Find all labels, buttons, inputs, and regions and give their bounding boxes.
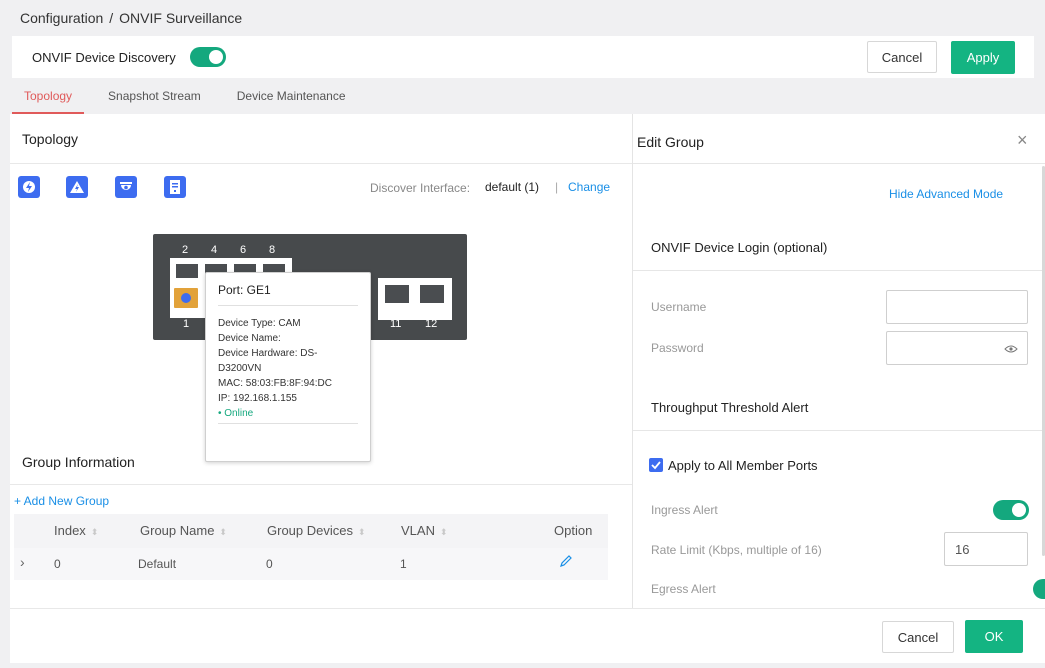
sort-icon[interactable]: ⬍ xyxy=(219,527,227,537)
col-vlan-label: VLAN xyxy=(401,523,435,538)
port-ge1-camera-icon[interactable] xyxy=(174,288,198,308)
apply-all-label[interactable]: Apply to All Member Ports xyxy=(668,458,818,473)
apply-all-checkbox[interactable] xyxy=(649,458,663,472)
tab-device-maintenance[interactable]: Device Maintenance xyxy=(237,78,346,114)
divider xyxy=(633,430,1045,431)
login-section-title: ONVIF Device Login (optional) xyxy=(651,240,828,255)
ingress-alert-label: Ingress Alert xyxy=(651,503,718,517)
port-ge11[interactable] xyxy=(382,282,412,308)
discover-interface-label: Discover Interface: xyxy=(370,181,471,195)
group-information-title: Group Information xyxy=(22,454,135,470)
divider xyxy=(633,270,1045,271)
tooltip-title: Port: GE1 xyxy=(218,283,358,306)
port-ge2[interactable] xyxy=(173,261,201,283)
tooltip-device-type: Device Type: CAM xyxy=(218,318,301,329)
sort-icon[interactable]: ⬍ xyxy=(91,527,99,537)
port-label-11: 11 xyxy=(390,318,402,330)
rate-limit-label: Rate Limit (Kbps, multiple of 16) xyxy=(651,543,822,557)
col-vlan[interactable]: VLAN ⬍ xyxy=(401,523,448,538)
password-label: Password xyxy=(651,341,704,355)
sort-icon[interactable]: ⬍ xyxy=(358,527,366,537)
ok-button[interactable]: OK xyxy=(965,620,1023,653)
top-bar: ONVIF Device Discovery Cancel Apply xyxy=(12,36,1034,78)
col-group-name-label: Group Name xyxy=(140,523,215,538)
egress-alert-label: Egress Alert xyxy=(651,582,716,596)
discovery-label: ONVIF Device Discovery xyxy=(32,49,176,65)
eye-icon[interactable] xyxy=(1004,342,1018,357)
row-vlan: 1 xyxy=(400,557,407,571)
port-ge12[interactable] xyxy=(417,282,447,308)
tooltip-status: • Online xyxy=(218,406,358,424)
port-label-6: 6 xyxy=(240,244,247,256)
expand-chevron-icon[interactable]: › xyxy=(20,554,25,570)
tooltip-device-name: Device Name: xyxy=(218,333,281,344)
top-cancel-button[interactable]: Cancel xyxy=(867,41,937,73)
discovery-toggle[interactable] xyxy=(189,47,226,67)
tooltip-device-hardware: Device Hardware: DS-D3200VN xyxy=(218,348,318,374)
port-label-2: 2 xyxy=(182,244,189,256)
add-new-group-link[interactable]: + Add New Group xyxy=(14,494,109,508)
username-field[interactable] xyxy=(886,290,1028,324)
edit-group-panel: Edit Group × Hide Advanced Mode ONVIF De… xyxy=(632,114,1045,608)
lightning-triangle-icon[interactable] xyxy=(66,176,88,198)
tooltip-ip: IP: 192.168.1.155 xyxy=(218,393,297,404)
port-label-1: 1 xyxy=(183,318,190,330)
col-group-devices[interactable]: Group Devices ⬍ xyxy=(267,523,366,538)
camera-icon[interactable] xyxy=(115,176,137,198)
lightning-circle-icon[interactable] xyxy=(18,176,40,198)
col-index[interactable]: Index ⬍ xyxy=(54,523,98,538)
discover-interface-value: default (1) xyxy=(485,180,540,194)
group-divider xyxy=(10,484,632,485)
divider xyxy=(633,163,1045,164)
threshold-section-title: Throughput Threshold Alert xyxy=(651,400,809,415)
apply-button[interactable]: Apply xyxy=(951,41,1015,74)
table-row[interactable] xyxy=(14,548,608,580)
topology-title: Topology xyxy=(10,114,632,164)
breadcrumb-separator: / xyxy=(109,10,114,26)
col-group-name[interactable]: Group Name ⬍ xyxy=(140,523,227,538)
hide-advanced-mode-link[interactable]: Hide Advanced Mode xyxy=(889,187,1003,201)
row-group-devices: 0 xyxy=(266,557,273,571)
edit-group-title: Edit Group xyxy=(637,134,704,150)
rate-limit-field[interactable] xyxy=(944,532,1028,566)
port-tooltip: Port: GE1 Device Type: CAM Device Name: … xyxy=(205,272,371,462)
tab-bar: Topology Snapshot Stream Device Maintena… xyxy=(0,78,1045,114)
tab-snapshot-stream[interactable]: Snapshot Stream xyxy=(108,78,201,114)
col-option: Option xyxy=(554,523,593,538)
tooltip-status-text: Online xyxy=(224,408,254,419)
topology-panel: Topology Discover Interface: default (1)… xyxy=(10,114,632,608)
col-group-devices-label: Group Devices xyxy=(267,523,353,538)
row-index: 0 xyxy=(54,557,61,571)
tab-topology[interactable]: Topology xyxy=(11,78,85,114)
ingress-alert-toggle[interactable] xyxy=(993,500,1029,520)
tooltip-mac: MAC: 58:03:FB:8F:94:DC xyxy=(218,378,332,389)
change-link[interactable]: Change xyxy=(568,180,610,194)
discover-separator: | xyxy=(555,180,559,194)
breadcrumb-parent[interactable]: Configuration xyxy=(20,10,103,26)
port-label-8: 8 xyxy=(269,244,276,256)
port-label-12: 12 xyxy=(425,318,438,330)
server-icon[interactable] xyxy=(164,176,186,198)
username-label: Username xyxy=(651,300,707,314)
row-group-name: Default xyxy=(138,557,177,571)
cancel-button[interactable]: Cancel xyxy=(882,621,954,653)
password-field[interactable] xyxy=(886,331,1028,365)
col-index-label: Index xyxy=(54,523,86,538)
breadcrumb-current: ONVIF Surveillance xyxy=(119,10,243,26)
breadcrumb: Configuration / ONVIF Surveillance xyxy=(12,0,1045,36)
dialog-footer: Cancel OK xyxy=(10,608,1045,663)
edit-pencil-icon[interactable] xyxy=(559,554,573,571)
port-label-4: 4 xyxy=(211,244,218,256)
sort-icon[interactable]: ⬍ xyxy=(440,527,448,537)
egress-alert-toggle[interactable] xyxy=(1032,579,1045,599)
close-icon[interactable]: × xyxy=(1017,130,1028,151)
